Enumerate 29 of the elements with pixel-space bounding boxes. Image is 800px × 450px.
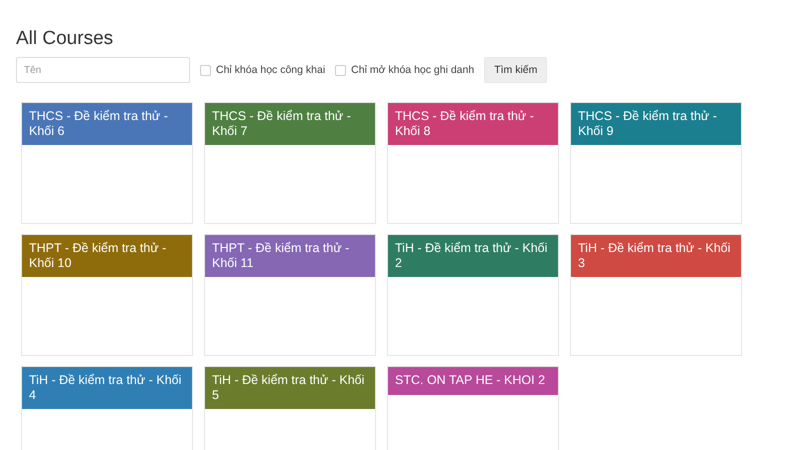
course-card[interactable]: THCS - Đề kiểm tra thử - Khối 9 [570, 102, 742, 224]
checkbox-label: Chỉ khóa học công khai [216, 64, 326, 76]
course-title[interactable]: TiH - Đề kiểm tra thử - Khối 5 [205, 367, 375, 409]
course-card[interactable]: THCS - Đề kiểm tra thử - Khối 8 [387, 102, 559, 224]
checkbox-label: Chỉ mở khóa học ghi danh [351, 64, 474, 76]
course-title[interactable]: TiH - Đề kiểm tra thử - Khối 4 [22, 367, 192, 409]
course-card[interactable]: THCS - Đề kiểm tra thử - Khối 6 [21, 102, 193, 224]
course-title[interactable]: THPT - Đề kiểm tra thử - Khối 10 [22, 235, 192, 277]
course-title[interactable]: THCS - Đề kiểm tra thử - Khối 7 [205, 103, 375, 145]
course-card[interactable]: TiH - Đề kiểm tra thử - Khối 2 [387, 234, 559, 356]
course-title[interactable]: THCS - Đề kiểm tra thử - Khối 9 [571, 103, 741, 145]
course-title[interactable]: TiH - Đề kiểm tra thử - Khối 2 [388, 235, 558, 277]
course-card[interactable]: TiH - Đề kiểm tra thử - Khối 3 [570, 234, 742, 356]
course-title[interactable]: STC. ON TAP HE - KHOI 2 [388, 367, 558, 395]
course-title[interactable]: THPT - Đề kiểm tra thử - Khối 11 [205, 235, 375, 277]
course-card[interactable]: TiH - Đề kiểm tra thử - Khối 4 [21, 366, 193, 450]
search-button[interactable]: Tìm kiếm [484, 57, 548, 83]
checkbox[interactable] [200, 64, 211, 76]
course-card[interactable]: STC. ON TAP HE - KHOI 2 [387, 366, 559, 450]
course-title[interactable]: TiH - Đề kiểm tra thử - Khối 3 [571, 235, 741, 277]
checkbox[interactable] [335, 64, 346, 76]
course-card[interactable]: THCS - Đề kiểm tra thử - Khối 7 [204, 102, 376, 224]
course-card[interactable]: THPT - Đề kiểm tra thử - Khối 10 [21, 234, 193, 356]
course-title[interactable]: THCS - Đề kiểm tra thử - Khối 8 [388, 103, 558, 145]
page-title: All Courses [16, 27, 114, 51]
course-card[interactable]: THPT - Đề kiểm tra thử - Khối 11 [204, 234, 376, 356]
course-title[interactable]: THCS - Đề kiểm tra thử - Khối 6 [22, 103, 192, 145]
search-field[interactable]: Tên [16, 57, 190, 83]
course-card[interactable]: TiH - Đề kiểm tra thử - Khối 5 [204, 366, 376, 450]
